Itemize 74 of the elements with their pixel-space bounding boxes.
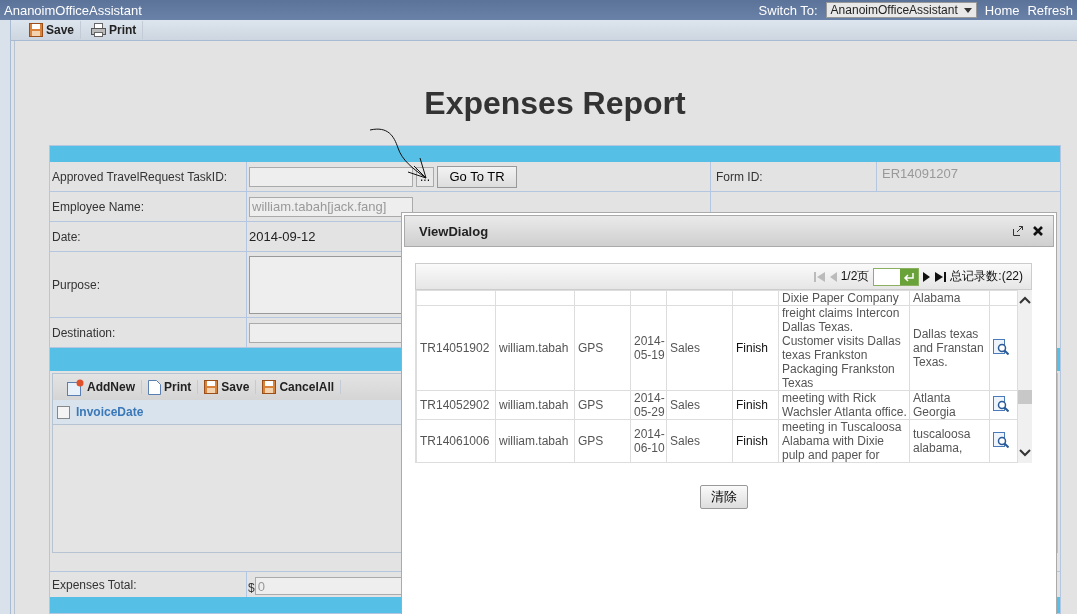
field-label: Approved TravelRequest TaskID: [52, 169, 228, 184]
floppy-icon [262, 380, 277, 394]
table-cell: Sales [670, 398, 701, 412]
table-cell: GPS [578, 341, 604, 355]
select-all-checkbox[interactable] [57, 405, 70, 419]
go-to-tr-button[interactable]: Go To TR [437, 165, 517, 188]
close-icon[interactable] [1033, 226, 1043, 236]
table-cell: Atlanta Georgia [913, 391, 956, 419]
column-header[interactable]: InvoiceDate [76, 405, 144, 419]
grid-toolbar-button[interactable]: CancelAll [256, 378, 341, 396]
scroll-thumb[interactable] [1018, 389, 1032, 404]
table-cell: Finish [736, 434, 768, 448]
app-title: AnanoimOfficeAssistant [4, 2, 142, 18]
printer-icon [91, 23, 107, 37]
grid-toolbar-button[interactable]: AddNew [61, 376, 141, 398]
page-indicator: 1/2页 [840, 268, 870, 285]
table-cell: 2014-05-19 [634, 334, 665, 362]
grid-toolbar-button[interactable]: Print [142, 377, 198, 397]
table-cell: 2014-05-29 [634, 391, 665, 419]
view-details-icon[interactable] [993, 431, 1009, 448]
field-label: Destination: [52, 325, 116, 340]
page-input[interactable] [873, 267, 920, 286]
document-icon [148, 379, 161, 395]
dialog-title: ViewDialog [419, 223, 490, 239]
table-cell: Finish [736, 398, 768, 412]
table-cell: meeting in Tuscaloosa Alabama with Dixie pulp and paper for [782, 420, 902, 462]
table-cell: TR14051902 [420, 341, 490, 355]
table-cell: william.tabah [499, 398, 569, 412]
table-cell: tuscaloosa alabama, [913, 427, 971, 455]
table-cell: william.tabah [499, 341, 569, 355]
table-cell: Finish [736, 341, 768, 355]
floppy-icon [204, 380, 219, 394]
scroll-up-icon[interactable] [1019, 296, 1031, 304]
table-cell: meeting with Rick Wachsler Atlanta office. [782, 391, 907, 419]
last-page-icon[interactable] [935, 270, 947, 283]
toolbar-button[interactable]: Save [23, 21, 82, 39]
header-link[interactable]: Home [984, 2, 1020, 18]
currency-sign: $ [248, 581, 255, 595]
table-cell: TR14061006 [420, 434, 490, 448]
field-label: Date: [52, 229, 81, 244]
toolbar-button[interactable]: Print [85, 21, 144, 39]
table-cell: Sales [670, 434, 701, 448]
table-cell: GPS [578, 398, 604, 412]
field-label: Purpose: [52, 277, 101, 292]
table-cell: GPS [578, 434, 604, 448]
add-document-icon [67, 378, 84, 396]
view-details-icon[interactable] [993, 338, 1009, 355]
caret-icon [963, 7, 972, 13]
app-select[interactable]: AnanoimOfficeAssistant [825, 2, 977, 18]
table-cell: Dallas texas and Franstan Texas. [913, 327, 984, 369]
table-cell: Alabama [913, 291, 961, 305]
field-label: Expenses Total: [52, 577, 137, 592]
hand-drawn-arrow [369, 128, 427, 179]
header-link[interactable]: Refresh [1027, 2, 1073, 18]
floppy-icon [29, 23, 43, 37]
page-title: Expenses Report [423, 85, 687, 123]
scrollbar[interactable] [1018, 290, 1032, 463]
table-cell: william.tabah [499, 434, 569, 448]
table-cell: 2014-06-10 [634, 427, 665, 455]
record-count: 总记录数:(22) [950, 268, 1023, 285]
grid-toolbar-button[interactable]: Save [198, 378, 256, 396]
scroll-down-icon[interactable] [1019, 449, 1031, 457]
field-label: Form ID: [716, 169, 763, 184]
popout-icon[interactable] [1013, 226, 1023, 236]
table-cell: Dixie Paper Company [782, 291, 899, 305]
field-label: Employee Name: [52, 199, 145, 214]
form-id-value: ER14091207 [882, 166, 958, 181]
switch-label: Switch To: [758, 2, 818, 18]
table-cell: Sales [670, 341, 701, 355]
table-cell: TR14052902 [420, 398, 490, 412]
next-page-icon[interactable] [923, 270, 932, 283]
task-id-field[interactable] [249, 166, 413, 187]
clear-button[interactable]: 清除 [699, 485, 748, 509]
view-details-icon[interactable] [993, 395, 1009, 412]
